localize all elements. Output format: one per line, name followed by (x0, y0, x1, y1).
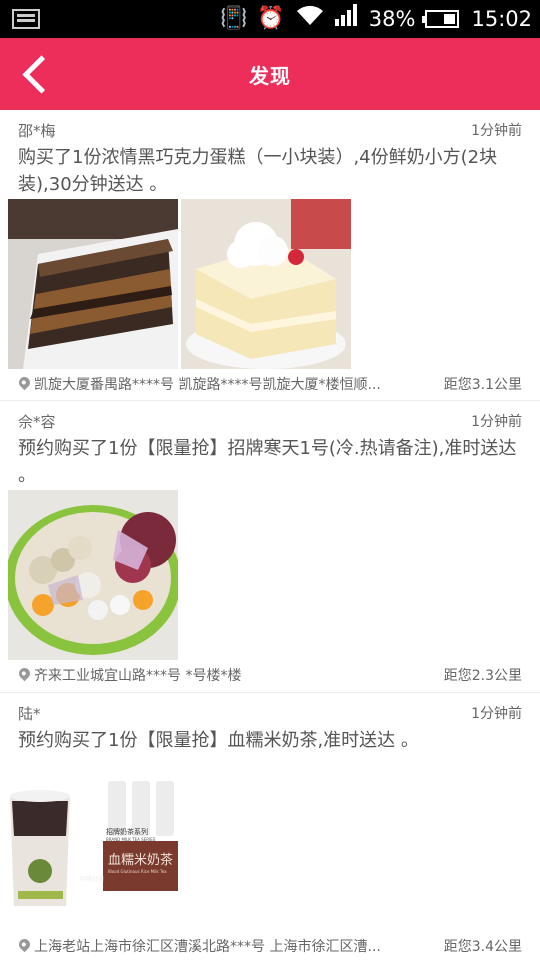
milk-tea-image[interactable]: 阿姨奶茶 招牌奶茶系列 BRAND MILK TEA SERIES 血糯米奶茶 … (8, 771, 178, 921)
cream-cake-image[interactable] (181, 199, 351, 369)
page-title: 发现 (249, 64, 291, 88)
delivery-address: 上海老站上海市徐汇区漕溪北路***号 上海市徐汇区漕... (34, 939, 381, 955)
battery-percent: 38% (368, 7, 416, 31)
location-icon (16, 665, 33, 683)
user-name: 陆* (18, 705, 41, 723)
order-description: 购买了1份浓情黑巧克力蛋糕（一小块装）,4份鲜奶小方(2块装),30分钟送达 。 (18, 147, 498, 195)
clock: 15:02 (471, 7, 532, 31)
location-icon (16, 936, 33, 954)
user-name: 佘*容 (18, 413, 56, 431)
feed-item[interactable]: 佘*容 1分钟前 预约购买了1份【限量抢】招牌寒天1号(冷.热请备注),准时送达… (0, 401, 540, 693)
discover-feed[interactable]: 邵*梅 1分钟前 购买了1份浓情黑巧克力蛋糕（一小块装）,4份鲜奶小方(2块装)… (0, 110, 540, 960)
product-name-en: Blood Glutinous Rice Milk Tea (108, 869, 167, 874)
wifi-icon (295, 3, 325, 36)
dessert-bowl-image[interactable] (8, 490, 178, 660)
distance: 距您3.4公里 (443, 939, 522, 955)
feed-item[interactable]: 陆* 1分钟前 预约购买了1份【限量抢】血糯米奶茶,准时送达 。 阿姨奶茶 招牌… (0, 693, 540, 960)
delivery-address: 凯旋大厦番禺路****号 凯旋路****号凯旋大厦*楼恒顺... (34, 377, 381, 393)
distance: 距您2.3公里 (443, 668, 522, 684)
vibrate-icon: 📳 (219, 6, 248, 31)
post-time: 1分钟前 (471, 706, 522, 722)
delivery-address: 齐来工业城宜山路***号 *号楼*楼 (34, 668, 242, 684)
signal-icon (334, 3, 359, 35)
order-description: 预约购买了1份【限量抢】招牌寒天1号(冷.热请备注),准时送达 。 (18, 438, 517, 486)
order-description: 预约购买了1份【限量抢】血糯米奶茶,准时送达 。 (18, 730, 419, 751)
distance: 距您3.1公里 (443, 377, 522, 393)
app-header: 发现 (0, 38, 540, 110)
status-bar: 📳 ⏰ 38% 15:02 (0, 0, 540, 38)
product-name: 血糯米奶茶 (108, 853, 174, 868)
user-name: 邵*梅 (18, 122, 56, 140)
post-time: 1分钟前 (471, 414, 522, 430)
location-icon (16, 374, 33, 392)
battery-icon (422, 10, 460, 28)
post-time: 1分钟前 (471, 123, 522, 139)
gallery-notification-icon (12, 9, 40, 29)
product-brand: 阿姨奶茶 (80, 876, 105, 883)
chocolate-cake-image[interactable] (8, 199, 178, 369)
alarm-icon: ⏰ (257, 6, 285, 31)
product-series-en: BRAND MILK TEA SERIES (106, 837, 156, 842)
status-icons: 📳 ⏰ 38% 15:02 (219, 3, 532, 36)
product-series: 招牌奶茶系列 (106, 828, 148, 836)
feed-item[interactable]: 邵*梅 1分钟前 购买了1份浓情黑巧克力蛋糕（一小块装）,4份鲜奶小方(2块装)… (0, 110, 540, 401)
